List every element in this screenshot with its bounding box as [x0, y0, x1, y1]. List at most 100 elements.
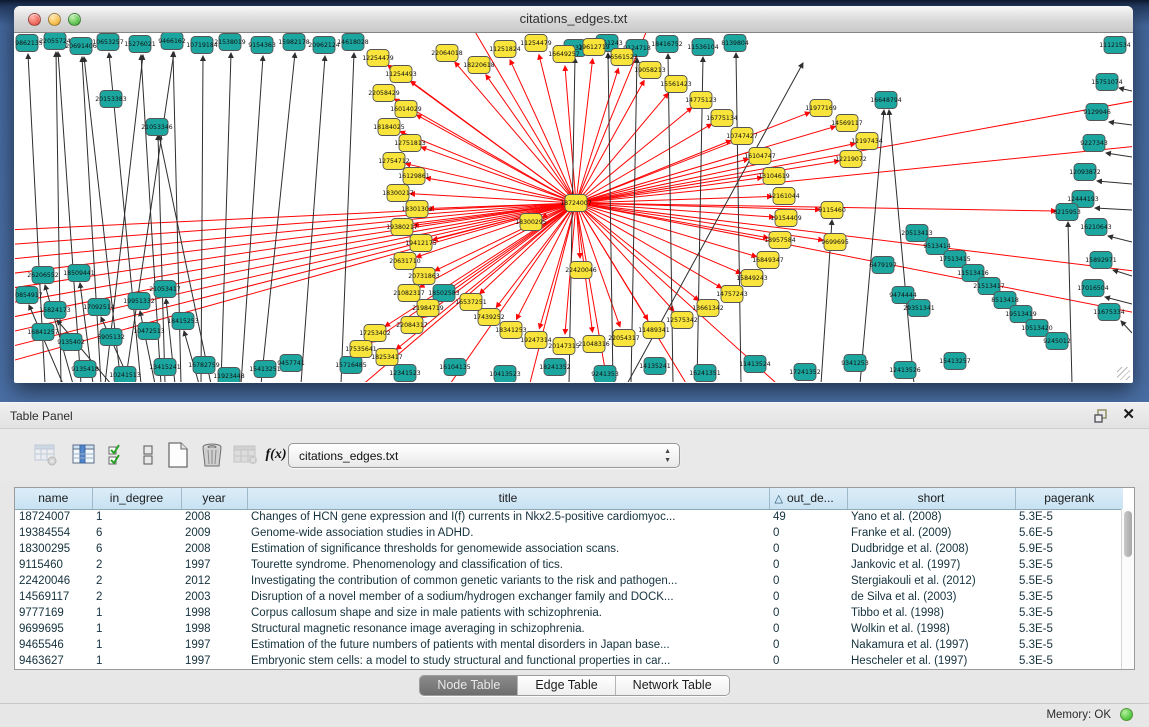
citation-edge[interactable] — [1109, 122, 1132, 125]
graph-node-teal[interactable]: 17241352 — [789, 364, 821, 381]
citation-edge[interactable] — [341, 53, 354, 382]
table-row[interactable]: 2242004622012Investigating the contribut… — [15, 573, 1123, 589]
table-cell[interactable]: 2 — [92, 573, 181, 589]
table-cell[interactable]: Franke et al. (2009) — [847, 525, 1015, 541]
table-cell[interactable]: 5.3E-5 — [1015, 653, 1123, 669]
table-cell[interactable]: Structural magnetic resonance image aver… — [247, 621, 769, 637]
table-cell[interactable]: 14569117 — [15, 589, 92, 605]
graph-node-teal[interactable]: 15751074 — [1091, 74, 1123, 91]
graph-node-teal[interactable]: 16210643 — [1080, 219, 1112, 236]
graph-node-yellow[interactable]: 16537251 — [455, 294, 487, 311]
graph-node-yellow[interactable]: 18184025 — [373, 119, 405, 136]
citation-edge-red[interactable] — [486, 75, 576, 203]
graph-node-yellow[interactable]: 10747427 — [726, 128, 758, 145]
row-height-icon[interactable] — [134, 441, 162, 469]
graph-node-teal[interactable]: 9154363 — [248, 37, 276, 54]
tab-network-table[interactable]: Network Table — [616, 676, 729, 695]
citation-edge[interactable] — [1095, 208, 1132, 210]
graph-node-yellow[interactable]: 11254493 — [385, 66, 417, 83]
table-cell[interactable]: 0 — [769, 621, 847, 637]
memory-ok-indicator-icon[interactable] — [1120, 708, 1133, 721]
graph-node-yellow[interactable]: 15849243 — [736, 270, 768, 287]
citation-edge[interactable] — [173, 52, 181, 382]
citation-edge-red[interactable] — [576, 68, 1132, 203]
graph-node-teal[interactable]: 9341253 — [841, 355, 869, 372]
table-cell[interactable]: Tibbo et al. (1998) — [847, 605, 1015, 621]
graph-node-teal[interactable]: 15413251 — [249, 361, 281, 378]
table-cell[interactable]: Yano et al. (2008) — [847, 509, 1015, 525]
graph-node-yellow[interactable]: 16849347 — [752, 252, 784, 269]
graph-node-teal[interactable]: 8139804 — [721, 35, 749, 52]
table-cell[interactable]: 0 — [769, 573, 847, 589]
graph-node-yellow[interactable]: 16775134 — [706, 110, 738, 127]
graph-node-teal[interactable]: 29351341 — [903, 300, 935, 317]
table-cell[interactable]: 0 — [769, 541, 847, 557]
tab-node-table[interactable]: Node Table — [420, 676, 518, 695]
citation-edge[interactable] — [58, 52, 81, 382]
graph-node-yellow[interactable]: 11254479 — [520, 35, 552, 52]
graph-node-teal[interactable]: 16782759 — [188, 357, 220, 374]
table-scrollbar-thumb[interactable] — [1124, 511, 1132, 557]
table-cell[interactable]: 1997 — [181, 637, 247, 653]
graph-node-yellow[interactable]: 12751813 — [394, 135, 426, 152]
table-cell[interactable]: 5.5E-5 — [1015, 573, 1123, 589]
graph-node-yellow[interactable]: 19380217 — [386, 219, 418, 236]
show-columns-icon[interactable] — [70, 441, 98, 469]
graph-node-yellow[interactable]: 20147315 — [548, 338, 580, 355]
table-cell[interactable]: 5.3E-5 — [1015, 509, 1123, 525]
close-panel-icon[interactable]: ✕ — [1122, 407, 1135, 423]
table-cell[interactable]: Dudbridge et al. (2008) — [847, 541, 1015, 557]
graph-node-yellow[interactable]: 12219072 — [835, 151, 867, 168]
graph-node-yellow[interactable]: 20731863 — [408, 268, 440, 285]
graph-node-teal[interactable]: 10241513 — [109, 367, 141, 383]
graph-node-yellow[interactable]: 14569117 — [831, 115, 863, 132]
graph-node-teal[interactable]: 6479197 — [869, 257, 897, 274]
graph-node-yellow[interactable]: 19412175 — [405, 235, 437, 252]
table-cell[interactable]: 5.3E-5 — [1015, 557, 1123, 573]
graph-node-teal[interactable]: 14135241 — [639, 358, 671, 375]
table-cell[interactable]: 1998 — [181, 621, 247, 637]
table-mode-icon[interactable] — [32, 441, 60, 469]
table-row[interactable]: 946554611997Estimation of the future num… — [15, 637, 1123, 653]
table-cell[interactable]: 1 — [92, 621, 181, 637]
graph-node-teal[interactable]: 11413524 — [739, 356, 771, 373]
citation-edge[interactable] — [889, 110, 914, 382]
graph-node-yellow[interactable]: 19612719 — [578, 39, 610, 56]
graph-node-teal[interactable]: 11923448 — [213, 368, 245, 383]
graph-node-teal[interactable]: 20962124 — [308, 37, 340, 54]
graph-node-teal[interactable]: 12341523 — [389, 365, 421, 382]
table-cell[interactable]: de Silva et al. (2003) — [847, 589, 1015, 605]
graph-node-yellow[interactable]: 14757243 — [716, 286, 748, 303]
graph-node-teal[interactable]: 20854917 — [15, 287, 43, 304]
graph-node-yellow[interactable]: 13104619 — [758, 168, 790, 185]
graph-node-teal[interactable]: 9135402 — [57, 334, 85, 351]
citation-edge-red[interactable] — [411, 81, 576, 203]
graph-node-teal[interactable]: 16841257 — [27, 324, 59, 341]
table-scrollbar[interactable] — [1121, 509, 1134, 669]
citation-edge-red[interactable] — [410, 194, 576, 203]
graph-node-teal[interactable]: 26206552 — [27, 267, 59, 284]
delete-table-icon[interactable] — [198, 441, 226, 469]
graph-node-yellow[interactable]: 13661342 — [692, 300, 724, 317]
graph-node-teal[interactable]: 16104135 — [439, 359, 471, 376]
table-cell[interactable]: Disruption of a novel member of a sodium… — [247, 589, 769, 605]
graph-node-yellow[interactable]: 9115460 — [818, 202, 846, 219]
citation-edge[interactable] — [1108, 236, 1132, 242]
graph-node-yellow[interactable]: 16014029 — [390, 101, 422, 118]
graph-node-teal[interactable]: 21053346 — [141, 119, 173, 136]
table-cell[interactable]: 5.3E-5 — [1015, 589, 1123, 605]
graph-node-yellow[interactable]: 20631710 — [389, 253, 421, 270]
citation-edge-red[interactable] — [405, 33, 576, 203]
citation-edge-red[interactable] — [576, 126, 835, 203]
table-select-dropdown[interactable]: citations_edges.txt ▲▼ — [288, 443, 680, 468]
citation-edge[interactable] — [1113, 270, 1132, 276]
citation-edge[interactable] — [1097, 181, 1132, 184]
graph-node-teal[interactable]: 12093872 — [1069, 164, 1101, 181]
citation-edge[interactable] — [1119, 88, 1132, 91]
table-cell[interactable]: Changes of HCN gene expression and I(f) … — [247, 509, 769, 525]
graph-node-teal[interactable]: 11121534 — [1099, 37, 1131, 54]
column-header-out_de[interactable]: △out_de... — [769, 488, 847, 509]
graph-node-teal[interactable]: 15413257 — [939, 353, 971, 370]
graph-node-yellow[interactable]: 17439252 — [473, 309, 505, 326]
graph-node-teal[interactable]: 17016504 — [1077, 280, 1109, 297]
